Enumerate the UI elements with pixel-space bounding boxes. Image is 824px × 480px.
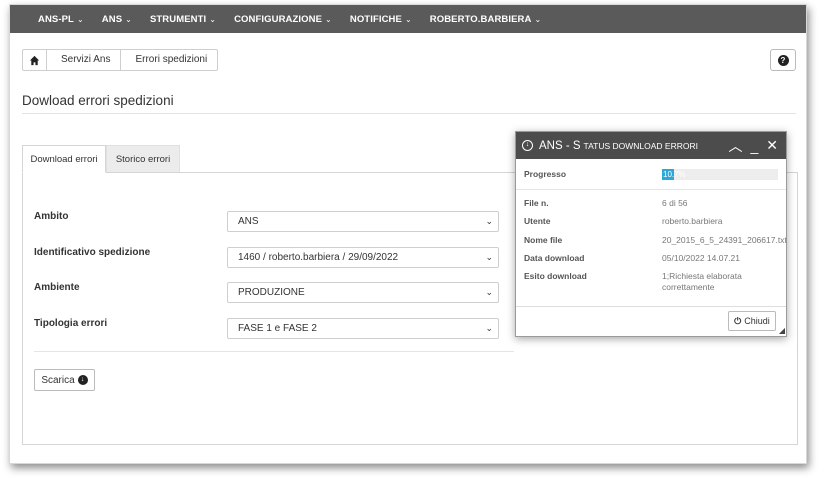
- app-window: ANS-PL ⌄ ANS ⌄ STRUMENTI ⌄ CONFIGURAZIONE ⌄ …: [9, 4, 807, 464]
- chevron-down-icon: ⌄: [404, 14, 412, 24]
- divider: [22, 113, 796, 114]
- dialog-body: Progresso 10.7% File n. 6 di 56 Utente r…: [516, 159, 787, 308]
- chevron-down-icon: ⌄: [125, 14, 132, 24]
- nav-notifiche[interactable]: NOTIFICHE ⌄: [350, 14, 412, 25]
- home-icon[interactable]: [23, 50, 47, 70]
- dialog-title: ANS - S: [539, 139, 581, 152]
- nav-label: ANS-PL: [38, 13, 74, 25]
- nav-strumenti[interactable]: STRUMENTI ⌄: [150, 14, 216, 25]
- file-n-label: File n.: [524, 198, 549, 208]
- resize-grip-icon[interactable]: ◢: [779, 326, 785, 335]
- nav-label: ANS: [101, 13, 123, 25]
- progress-bar: 10.7%: [662, 169, 778, 180]
- utente-label: Utente: [524, 216, 551, 226]
- nome-file-label: Nome file: [524, 235, 563, 245]
- utente-value: roberto.barbiera: [662, 216, 723, 226]
- chiudi-button[interactable]: ⏻ Chiudi: [728, 311, 776, 331]
- ambiente-select[interactable]: PRODUZIONE ⌄: [227, 282, 499, 303]
- dialog-footer: ⏻ Chiudi ◢: [516, 306, 786, 336]
- chevron-down-icon: ⌄: [325, 14, 332, 24]
- minimize-icon[interactable]: _: [750, 138, 758, 154]
- breadcrumb: Servizi Ans Errori spedizioni: [22, 49, 219, 71]
- top-navbar: ANS-PL ⌄ ANS ⌄ STRUMENTI ⌄ CONFIGURAZIONE ⌄ …: [10, 5, 806, 33]
- divider: [34, 351, 514, 352]
- tipologia-label: Tipologia errori: [34, 318, 108, 329]
- download-icon: ↓: [522, 140, 533, 151]
- dialog-header[interactable]: ↓ ANS - Status download errori ︿ _ ✕: [516, 132, 786, 159]
- tipologia-select[interactable]: FASE 1 e FASE 2 ⌄: [227, 318, 499, 339]
- dialog-title-small: tatus download errori: [583, 140, 698, 151]
- breadcrumb-servizi-ans[interactable]: Servizi Ans: [47, 50, 122, 70]
- nav-label: CONFIGURAZIONE: [234, 13, 323, 25]
- tab-download-errori[interactable]: Download errori: [22, 145, 106, 173]
- esito-value: 1;Richiesta elaborata correttamente: [662, 271, 742, 292]
- status-dialog: ↓ ANS - Status download errori ︿ _ ✕ Pro…: [515, 131, 787, 337]
- progress-fill: 10.7%: [662, 169, 686, 180]
- chevron-down-icon: ⌄: [485, 216, 493, 226]
- tab-storico-errori[interactable]: Storico errori: [106, 145, 180, 173]
- select-value: PRODUZIONE: [238, 287, 305, 298]
- select-value: FASE 1 e FASE 2: [238, 323, 317, 334]
- select-value: 1460 / roberto.barbiera / 29/09/2022: [238, 252, 399, 263]
- nav-ans[interactable]: ANS ⌄: [102, 14, 132, 25]
- nav-ans-pl[interactable]: ANS-PL ⌄: [38, 14, 84, 25]
- divider: [516, 189, 786, 190]
- file-n-value: 6 di 56: [662, 198, 688, 208]
- ambiente-label: Ambiente: [34, 282, 80, 293]
- question-icon: ?: [777, 54, 789, 66]
- help-button[interactable]: ?: [770, 49, 796, 71]
- chevron-down-icon: ⌄: [534, 14, 542, 24]
- spedizione-label: Identificativo spedizione: [34, 247, 151, 258]
- ambito-select[interactable]: ANS ⌄: [227, 211, 499, 232]
- dialog-controls: ︿ _ ✕: [728, 136, 786, 156]
- button-label: Chiudi: [744, 316, 770, 326]
- nav-label: NOTIFICHE: [349, 13, 402, 25]
- breadcrumb-errori-spedizioni: Errori spedizioni: [135, 54, 208, 65]
- chevron-down-icon: ⌄: [485, 323, 493, 333]
- close-icon[interactable]: ✕: [766, 137, 778, 154]
- data-download-value: 05/10/2022 14.07.21: [662, 253, 740, 263]
- page-title: Dowload errori spedizioni: [22, 93, 174, 108]
- esito-label: Esito download: [524, 271, 587, 281]
- chevron-down-icon: ⌄: [209, 14, 217, 24]
- download-icon: ↓: [77, 375, 88, 385]
- scarica-button[interactable]: Scarica ↓: [34, 369, 95, 391]
- ambito-label: Ambito: [34, 211, 69, 222]
- spedizione-select[interactable]: 1460 / roberto.barbiera / 29/09/2022 ⌄: [227, 247, 499, 268]
- collapse-icon[interactable]: ︿: [728, 136, 742, 156]
- progress-label: Progresso: [524, 169, 567, 179]
- chevron-down-icon: ⌄: [485, 252, 493, 262]
- button-label: Scarica: [41, 374, 75, 386]
- nav-label: STRUMENTI: [149, 13, 207, 25]
- data-download-label: Data download: [524, 253, 585, 263]
- chevron-down-icon: ⌄: [485, 287, 493, 297]
- nav-user[interactable]: ROBERTO.BARBIERA ⌄: [430, 14, 542, 25]
- power-icon: ⏻: [734, 315, 742, 326]
- select-value: ANS: [238, 216, 259, 227]
- nome-file-value: 20_2015_6_5_24391_206617.txt: [662, 235, 787, 245]
- nav-configurazione[interactable]: CONFIGURAZIONE ⌄: [234, 14, 332, 25]
- nav-label: ROBERTO.BARBIERA: [429, 13, 532, 25]
- chevron-down-icon: ⌄: [76, 14, 84, 24]
